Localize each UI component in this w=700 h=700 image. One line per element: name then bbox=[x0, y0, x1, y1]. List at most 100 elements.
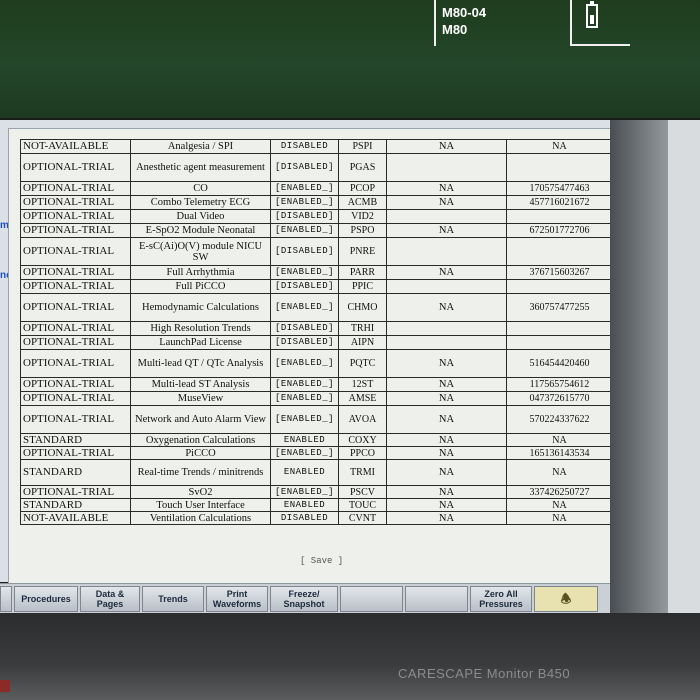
blank-soft-key[interactable] bbox=[0, 586, 12, 612]
option-code-cell: PSPO bbox=[338, 223, 387, 238]
license-key-cell: NA bbox=[506, 498, 613, 512]
license-key-cell: 360757477255 bbox=[506, 293, 613, 322]
enable-state-cell[interactable]: [DISABLED] bbox=[270, 237, 339, 266]
enable-state-cell[interactable]: [ENABLED_] bbox=[270, 265, 339, 280]
enable-state-cell[interactable]: [DISABLED] bbox=[270, 335, 339, 350]
status-cell: OPTIONAL-TRIAL bbox=[20, 377, 131, 392]
option-code-cell: PPIC bbox=[338, 279, 387, 294]
table-row[interactable]: OPTIONAL-TRIAL Hemodynamic Calculations [E… bbox=[20, 293, 613, 322]
table-row[interactable]: OPTIONAL-TRIAL CO [ENABLED_] PCOP NA 17057547… bbox=[20, 181, 613, 196]
enable-state-cell[interactable]: [ENABLED_] bbox=[270, 446, 339, 460]
enable-state-cell[interactable]: [ENABLED_] bbox=[270, 349, 339, 378]
table-row[interactable]: OPTIONAL-TRIAL MuseView [ENABLED_] AMSE NA 04… bbox=[20, 391, 613, 406]
option-name-cell: E-sC(Ai)O(V) module NICU SW bbox=[130, 237, 271, 266]
enable-state-cell[interactable]: DISABLED bbox=[270, 139, 339, 154]
option-code-cell: AIPN bbox=[338, 335, 387, 350]
table-row[interactable]: OPTIONAL-TRIAL PiCCO [ENABLED_] PPCO NA 16513… bbox=[20, 446, 613, 460]
trial-days-cell bbox=[386, 237, 507, 266]
blank-soft-key[interactable] bbox=[405, 586, 468, 612]
status-cell: STANDARD bbox=[20, 498, 131, 512]
enable-state-cell[interactable]: [ENABLED_] bbox=[270, 377, 339, 392]
status-cell: OPTIONAL-TRIAL bbox=[20, 279, 131, 294]
data-pages-button[interactable]: Data & Pages bbox=[80, 586, 140, 612]
option-code-cell: CVNT bbox=[338, 511, 387, 525]
option-name-cell: Combo Telemetry ECG bbox=[130, 195, 271, 210]
trial-days-cell: NA bbox=[386, 139, 507, 154]
enable-state-cell[interactable]: [DISABLED] bbox=[270, 321, 339, 336]
option-name-cell: LaunchPad License bbox=[130, 335, 271, 350]
enable-state-cell[interactable]: [ENABLED_] bbox=[270, 195, 339, 210]
option-code-cell: PPCO bbox=[338, 446, 387, 460]
enable-state-cell[interactable]: [DISABLED] bbox=[270, 279, 339, 294]
table-row[interactable]: OPTIONAL-TRIAL Anesthetic agent measureme… bbox=[20, 153, 613, 182]
license-key-cell bbox=[506, 153, 613, 182]
status-cell: OPTIONAL-TRIAL bbox=[20, 485, 131, 499]
zero-all-pressures-button[interactable]: Zero All Pressures bbox=[470, 586, 532, 612]
license-key-cell: 047372615770 bbox=[506, 391, 613, 406]
bed-info-panel[interactable]: M80-04 M80 bbox=[434, 0, 570, 46]
table-row[interactable]: OPTIONAL-TRIAL Full PiCCO [DISABLED] PPIC bbox=[20, 279, 613, 294]
table-row[interactable]: STANDARD Touch User Interface ENABLED TOUC N… bbox=[20, 498, 613, 512]
enable-state-cell[interactable]: [ENABLED_] bbox=[270, 293, 339, 322]
blank-soft-key[interactable] bbox=[340, 586, 403, 612]
table-row[interactable]: OPTIONAL-TRIAL Dual Video [DISABLED] VID2 bbox=[20, 209, 613, 224]
license-key-cell: NA bbox=[506, 139, 613, 154]
option-code-cell: ACMB bbox=[338, 195, 387, 210]
option-name-cell: Analgesia / SPI bbox=[130, 139, 271, 154]
freeze-snapshot-button[interactable]: Freeze/ Snapshot bbox=[270, 586, 338, 612]
save-button[interactable]: [ Save ] bbox=[300, 556, 343, 566]
enable-state-cell[interactable]: [ENABLED_] bbox=[270, 485, 339, 499]
table-row[interactable]: OPTIONAL-TRIAL Multi-lead QT / QTc Analys… bbox=[20, 349, 613, 378]
enable-state-cell[interactable]: DISABLED bbox=[270, 511, 339, 525]
red-marker bbox=[0, 680, 10, 692]
trends-button[interactable]: Trends bbox=[142, 586, 204, 612]
table-row[interactable]: STANDARD Oxygenation Calculations ENABLED C… bbox=[20, 433, 613, 447]
table-row[interactable]: NOT-AVAILABLE Ventilation Calculations DIS… bbox=[20, 511, 613, 525]
status-cell: STANDARD bbox=[20, 459, 131, 486]
option-name-cell: Multi-lead QT / QTc Analysis bbox=[130, 349, 271, 378]
table-row[interactable]: NOT-AVAILABLE Analgesia / SPI DISABLED PSPI… bbox=[20, 139, 613, 154]
option-name-cell: Ventilation Calculations bbox=[130, 511, 271, 525]
enable-state-cell[interactable]: [ENABLED_] bbox=[270, 391, 339, 406]
table-row[interactable]: OPTIONAL-TRIAL Network and Auto Alarm Vie… bbox=[20, 405, 613, 434]
option-code-cell: COXY bbox=[338, 433, 387, 447]
table-row[interactable]: OPTIONAL-TRIAL Multi-lead ST Analysis [ENA… bbox=[20, 377, 613, 392]
status-cell: NOT-AVAILABLE bbox=[20, 139, 131, 154]
trial-days-cell: NA bbox=[386, 293, 507, 322]
trial-days-cell: NA bbox=[386, 433, 507, 447]
alarm-silence-button[interactable]: 🕭 bbox=[534, 586, 598, 612]
option-name-cell: Network and Auto Alarm View bbox=[130, 405, 271, 434]
procedures-button[interactable]: Procedures bbox=[14, 586, 78, 612]
option-code-cell: TOUC bbox=[338, 498, 387, 512]
table-row[interactable]: OPTIONAL-TRIAL LaunchPad License [DISABLED… bbox=[20, 335, 613, 350]
trial-days-cell: NA bbox=[386, 405, 507, 434]
status-cell: OPTIONAL-TRIAL bbox=[20, 153, 131, 182]
battery-panel bbox=[570, 0, 630, 46]
table-row[interactable]: OPTIONAL-TRIAL E-SpO2 Module Neonatal [ENA… bbox=[20, 223, 613, 238]
trial-days-cell: NA bbox=[386, 498, 507, 512]
table-row[interactable]: OPTIONAL-TRIAL Combo Telemetry ECG [ENABLE… bbox=[20, 195, 613, 210]
enable-state-cell[interactable]: [DISABLED] bbox=[270, 209, 339, 224]
enable-state-cell[interactable]: [ENABLED_] bbox=[270, 181, 339, 196]
enable-state-cell[interactable]: ENABLED bbox=[270, 433, 339, 447]
table-row[interactable]: OPTIONAL-TRIAL SvO2 [ENABLED_] PSCV NA 337426… bbox=[20, 485, 613, 499]
enable-state-cell[interactable]: ENABLED bbox=[270, 498, 339, 512]
table-row[interactable]: STANDARD Real-time Trends / minitrends ENA… bbox=[20, 459, 613, 486]
enable-state-cell[interactable]: [ENABLED_] bbox=[270, 223, 339, 238]
status-cell: OPTIONAL-TRIAL bbox=[20, 181, 131, 196]
enable-state-cell[interactable]: ENABLED bbox=[270, 459, 339, 486]
status-cell: OPTIONAL-TRIAL bbox=[20, 265, 131, 280]
license-key-cell bbox=[506, 321, 613, 336]
device-bezel-bottom bbox=[0, 613, 700, 700]
option-name-cell: Anesthetic agent measurement bbox=[130, 153, 271, 182]
enable-state-cell[interactable]: [DISABLED] bbox=[270, 153, 339, 182]
table-row[interactable]: OPTIONAL-TRIAL High Resolution Trends [DIS… bbox=[20, 321, 613, 336]
enable-state-cell[interactable]: [ENABLED_] bbox=[270, 405, 339, 434]
option-code-cell: 12ST bbox=[338, 377, 387, 392]
license-key-cell bbox=[506, 279, 613, 294]
print-waveforms-button[interactable]: Print Waveforms bbox=[206, 586, 268, 612]
table-row[interactable]: OPTIONAL-TRIAL E-sC(Ai)O(V) module NICU S… bbox=[20, 237, 613, 266]
trial-days-cell bbox=[386, 209, 507, 224]
software-options-table: NOT-AVAILABLE Analgesia / SPI DISABLED PSPI… bbox=[20, 139, 613, 525]
table-row[interactable]: OPTIONAL-TRIAL Full Arrhythmia [ENABLED_] P… bbox=[20, 265, 613, 280]
